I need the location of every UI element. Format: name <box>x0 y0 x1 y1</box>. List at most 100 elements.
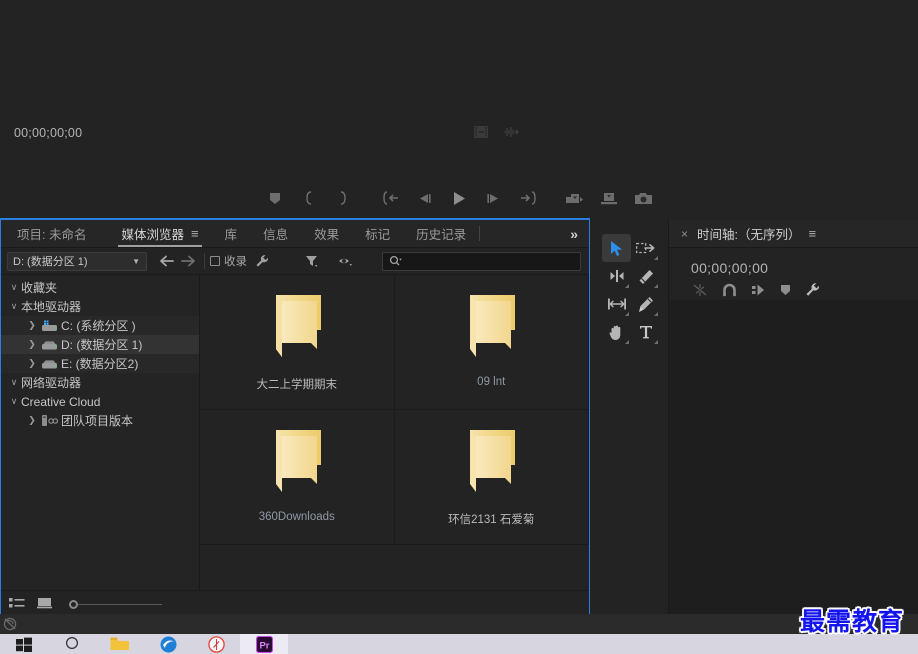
tab-info[interactable]: 信息 <box>250 220 301 247</box>
mark-out-button[interactable] <box>326 183 360 213</box>
tree-item-local-drives-label: 本地驱动器 <box>21 300 82 314</box>
list-item[interactable]: 09 lnt <box>394 275 589 410</box>
play-stop-button[interactable] <box>442 183 476 213</box>
filter-button[interactable] <box>301 250 323 272</box>
chevron-down-icon[interactable]: ∨ <box>7 377 21 388</box>
snap-magnet-icon[interactable] <box>722 283 737 302</box>
monitor-video-canvas[interactable] <box>0 0 918 170</box>
ingest-checkbox[interactable] <box>210 256 220 266</box>
pen-tool[interactable] <box>631 290 660 318</box>
thumbnail-grid: 大二上学期期末 09 lnt 360Downloads 环信2131 石爱菊 <box>200 275 589 590</box>
tab-effects[interactable]: 效果 <box>301 220 352 247</box>
tool-flyout-corner-icon <box>625 284 629 288</box>
mark-in-button[interactable] <box>292 183 326 213</box>
thumbnail-zoom-slider[interactable] <box>69 600 162 609</box>
team-project-icon <box>39 414 59 427</box>
chevron-right-icon[interactable]: ❯ <box>25 415 39 426</box>
slip-tool[interactable] <box>602 290 631 318</box>
selection-tool[interactable] <box>602 234 631 262</box>
tool-flyout-corner-icon <box>654 340 658 344</box>
chevron-down-icon[interactable]: ∨ <box>7 396 21 407</box>
timeline-timecode[interactable]: 00;00;00;00 <box>669 248 918 276</box>
add-marker-button[interactable] <box>258 183 292 213</box>
tool-flyout-corner-icon <box>625 312 629 316</box>
insert-button[interactable] <box>558 183 592 213</box>
track-select-forward-tool[interactable] <box>631 234 660 262</box>
tree-item-drive-e-label: E: (数据分区2) <box>61 357 139 371</box>
search-button[interactable] <box>48 634 96 654</box>
list-item[interactable]: 大二上学期期末 <box>200 275 395 410</box>
list-item-label: 环信2131 石爱菊 <box>448 514 535 526</box>
monitor-timecode[interactable]: 00;00;00;00 <box>14 126 82 140</box>
view-options-button[interactable] <box>335 250 357 272</box>
tree-item-team-projects[interactable]: ❯ 团队项目版本 <box>1 411 199 430</box>
panel-menu-burger-icon[interactable]: ≡ <box>809 226 817 241</box>
tools-panel <box>592 220 664 614</box>
timeline-tracks-area[interactable] <box>669 300 918 614</box>
search-input[interactable] <box>382 251 581 271</box>
marker-icon[interactable] <box>780 283 791 301</box>
folder-icon <box>263 287 331 370</box>
linked-selection-icon[interactable] <box>751 283 766 302</box>
tree-item-network-drives[interactable]: ∨ 网络驱动器 <box>1 373 199 392</box>
chevron-right-icon[interactable]: ❯ <box>25 339 39 350</box>
tool-flyout-corner-icon <box>654 284 658 288</box>
nav-forward-button[interactable] <box>177 250 199 272</box>
tab-media-browser[interactable]: 媒体浏览器 ≡ <box>108 220 211 247</box>
tree-item-favorites[interactable]: ∨ 收藏夹 <box>1 278 199 297</box>
hand-tool[interactable] <box>602 318 631 346</box>
tab-overflow-button[interactable]: » <box>559 220 589 247</box>
nest-icon[interactable] <box>693 283 708 302</box>
panel-menu-burger-icon[interactable]: ≡ <box>191 227 199 240</box>
thumbnail-view-icon[interactable] <box>37 596 53 614</box>
tab-history[interactable]: 历史记录 <box>403 220 479 247</box>
list-item[interactable]: 360Downloads <box>200 410 395 545</box>
timeline-settings-wrench-icon[interactable] <box>805 282 820 302</box>
list-item[interactable]: 环信2131 石爱菊 <box>394 410 589 545</box>
windows-taskbar: Pr <box>0 634 918 654</box>
drive-select[interactable]: D: (数据分区 1) ▼ <box>7 251 147 271</box>
tree-item-local-drives[interactable]: ∨ 本地驱动器 <box>1 297 199 316</box>
monitor-center-icons <box>474 125 520 143</box>
edge-button[interactable] <box>144 634 192 654</box>
start-button[interactable] <box>0 634 48 654</box>
chevron-right-icon[interactable]: ❯ <box>25 358 39 369</box>
media-browser-toolbar: D: (数据分区 1) ▼ 收录 <box>1 248 589 275</box>
chevron-down-icon[interactable]: ∨ <box>7 301 21 312</box>
ingest-toggle[interactable]: 收录 <box>210 253 247 269</box>
type-tool[interactable] <box>631 318 660 346</box>
tab-project[interactable]: 项目: 未命名 <box>1 220 108 247</box>
browser-button[interactable] <box>192 634 240 654</box>
zoom-slider-track[interactable] <box>78 604 162 605</box>
timeline-tab-label[interactable]: 时间轴:（无序列） <box>697 224 800 243</box>
chevron-down-icon[interactable]: ∨ <box>7 282 21 293</box>
file-explorer-button[interactable] <box>96 634 144 654</box>
close-icon[interactable]: × <box>681 227 688 241</box>
timeline-panel: × 时间轴:（无序列） ≡ 00;00;00;00 <box>668 220 918 614</box>
export-frame-button[interactable] <box>626 183 660 213</box>
premiere-pro-button[interactable]: Pr <box>240 634 288 654</box>
tab-divider <box>479 226 481 241</box>
nav-back-button[interactable] <box>155 250 177 272</box>
tree-item-drive-d[interactable]: ❯ D: (数据分区 1) <box>1 335 199 354</box>
ingest-settings-button[interactable] <box>251 250 273 272</box>
media-browser-content[interactable]: 大二上学期期末 09 lnt 360Downloads 环信2131 石爱菊 <box>200 275 589 590</box>
step-forward-button[interactable] <box>476 183 510 213</box>
tree-item-favorites-label: 收藏夹 <box>21 281 58 295</box>
tab-markers[interactable]: 标记 <box>352 220 403 247</box>
premiere-pro-window: 00;00;00;00 项目: 未命名 媒体浏览器 ≡ 库 信息 效果 标记 历… <box>0 0 918 654</box>
zoom-slider-handle[interactable] <box>69 600 78 609</box>
tab-libraries[interactable]: 库 <box>212 220 251 247</box>
tab-project-label: 项目: 未命名 <box>17 228 87 242</box>
overwrite-button[interactable] <box>592 183 626 213</box>
list-view-icon[interactable] <box>9 596 25 614</box>
go-to-out-button[interactable] <box>510 183 544 213</box>
ripple-edit-tool[interactable] <box>602 262 631 290</box>
razor-tool[interactable] <box>631 262 660 290</box>
step-back-button[interactable] <box>408 183 442 213</box>
tree-item-drive-c[interactable]: ❯ C: (系统分区 ) <box>1 316 199 335</box>
chevron-right-icon[interactable]: ❯ <box>25 320 39 331</box>
tree-item-drive-e[interactable]: ❯ E: (数据分区2) <box>1 354 199 373</box>
tree-item-creative-cloud[interactable]: ∨ Creative Cloud <box>1 392 199 411</box>
go-to-in-button[interactable] <box>374 183 408 213</box>
